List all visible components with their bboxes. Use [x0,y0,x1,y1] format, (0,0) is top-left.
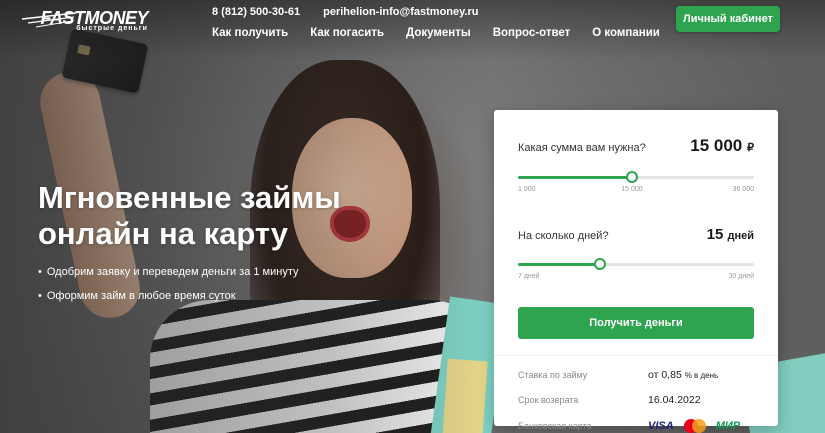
amount-label: Какая сумма вам нужна? [518,142,646,154]
amount-value: 15 000 ₽ [690,136,754,155]
site-logo[interactable]: FASTMONEY быстрые деньги [20,8,152,34]
mir-icon: МИР [715,420,741,432]
days-slider[interactable] [518,258,754,270]
days-label: На сколько дней? [518,230,609,242]
days-ticks: 7 дней 30 дней [518,273,754,285]
days-value: 15 дней [706,226,754,243]
benefit-item: Одобрим заявку и переведем деньги за 1 м… [38,266,299,278]
tick-mid: 15 000 [621,186,643,193]
header-contacts: 8 (812) 500-30-61 perihelion-info@fastmo… [212,6,499,18]
get-money-button[interactable]: Получить деньги [518,307,754,339]
tick-min: 7 дней [518,273,540,280]
slider-thumb[interactable] [594,258,607,270]
card-row: Банковская карта VISA МИР [518,419,754,433]
nav-item-documents[interactable]: Документы [406,27,471,39]
tick-max: 30 000 [732,186,754,193]
benefits-list: Одобрим заявку и переведем деньги за 1 м… [38,266,299,314]
phone-link[interactable]: 8 (812) 500-30-61 [212,6,300,18]
benefit-item: Оформим займ в любое время суток [38,290,299,302]
visa-icon: VISA [648,420,674,432]
due-value: 16.04.2022 [648,394,701,406]
divider [494,355,778,356]
slider-fill [518,176,632,179]
days-header: На сколько дней? 15 дней [518,226,754,243]
nav-item-faq[interactable]: Вопрос-ответ [493,27,571,39]
page-title: Мгновенные займы онлайн на карту [38,180,341,251]
due-row: Срок возврата 16.04.2022 [518,394,754,406]
loan-calculator: Какая сумма вам нужна? 15 000 ₽ 1 000 15… [494,110,778,433]
rate-label: Ставка по займу [518,370,588,380]
card-label: Банковская карта [518,421,592,431]
due-label: Срок возврата [518,395,579,405]
rate-value: от 0,85 % в день [648,369,719,381]
main-nav: Как получить Как погасить Документы Вопр… [212,27,682,39]
nav-item-about[interactable]: О компании [592,27,660,39]
amount-header: Какая сумма вам нужна? 15 000 ₽ [518,136,754,156]
amount-ticks: 1 000 15 000 30 000 [518,186,754,198]
nav-item-how-to-get[interactable]: Как получить [212,27,288,39]
amount-slider[interactable] [518,171,754,183]
tick-min: 1 000 [518,186,536,193]
personal-cabinet-button[interactable]: Личный кабинет [676,6,780,32]
email-link[interactable]: perihelion-info@fastmoney.ru [323,6,478,18]
slider-fill [518,263,601,266]
rate-row: Ставка по займу от 0,85 % в день [518,369,754,381]
mastercard-icon [683,419,706,433]
logo-tagline: быстрые деньги [76,25,148,32]
nav-item-how-to-repay[interactable]: Как погасить [310,27,384,39]
payment-systems: VISA МИР [648,419,740,433]
tick-max: 30 дней [728,273,754,280]
ruble-icon: ₽ [747,142,754,154]
slider-thumb[interactable] [625,171,638,183]
